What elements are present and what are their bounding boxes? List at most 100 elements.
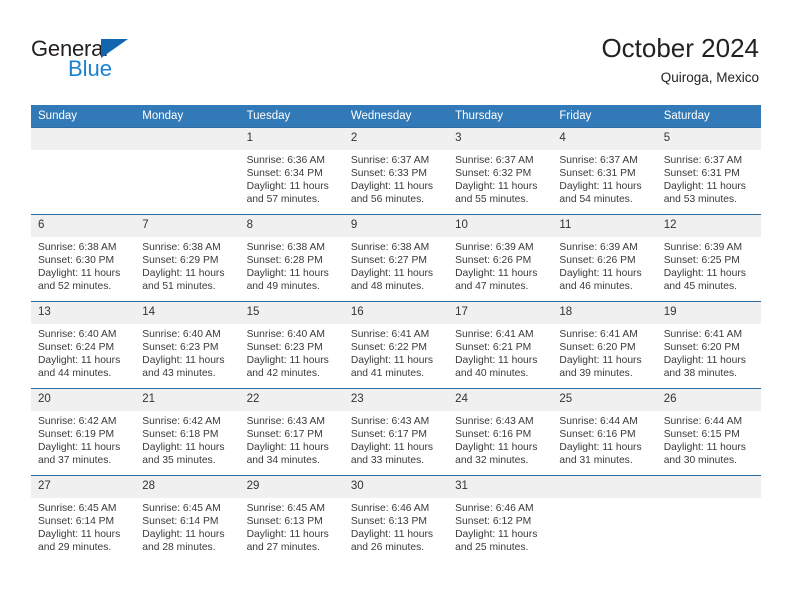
weekday-header-wednesday: Wednesday bbox=[343, 105, 449, 128]
day-number: 29 bbox=[239, 476, 344, 498]
sunrise-text: Sunrise: 6:37 AM bbox=[559, 155, 638, 166]
sunrise-text: Sunrise: 6:36 AM bbox=[246, 155, 325, 166]
daylight-text: Daylight: 11 hours and 57 minutes. bbox=[246, 181, 329, 206]
calendar-week-row: 20 Sunrise: 6:42 AM Sunset: 6:19 PM Dayl… bbox=[31, 388, 761, 476]
day-number: 5 bbox=[656, 128, 761, 150]
sunset-text: Sunset: 6:31 PM bbox=[663, 168, 740, 180]
daylight-text: Daylight: 11 hours and 52 minutes. bbox=[38, 268, 121, 293]
sunset-text: Sunset: 6:13 PM bbox=[246, 516, 323, 528]
weekday-header-tuesday: Tuesday bbox=[239, 105, 344, 128]
day-cell[interactable]: 8 Sunrise: 6:38 AM Sunset: 6:28 PM Dayli… bbox=[239, 214, 344, 302]
daylight-text: Daylight: 11 hours and 56 minutes. bbox=[350, 181, 434, 206]
day-number: 9 bbox=[343, 215, 449, 237]
day-number: 14 bbox=[135, 302, 240, 324]
day-cell[interactable]: 28 Sunrise: 6:45 AM Sunset: 6:14 PM Dayl… bbox=[135, 475, 240, 564]
daylight-text: Daylight: 11 hours and 51 minutes. bbox=[142, 268, 225, 293]
day-number bbox=[656, 476, 761, 498]
day-cell[interactable] bbox=[656, 475, 761, 564]
sunset-text: Sunset: 6:14 PM bbox=[142, 516, 219, 528]
day-info: Sunrise: 6:40 AM Sunset: 6:23 PM Dayligh… bbox=[240, 324, 344, 380]
sunset-text: Sunset: 6:16 PM bbox=[559, 429, 636, 441]
day-cell[interactable]: 23 Sunrise: 6:43 AM Sunset: 6:17 PM Dayl… bbox=[343, 388, 449, 476]
day-cell[interactable]: 13 Sunrise: 6:40 AM Sunset: 6:24 PM Dayl… bbox=[31, 301, 136, 389]
sunset-text: Sunset: 6:31 PM bbox=[559, 168, 636, 180]
day-info: Sunrise: 6:38 AM Sunset: 6:27 PM Dayligh… bbox=[344, 237, 448, 293]
daylight-text: Daylight: 11 hours and 38 minutes. bbox=[663, 355, 746, 380]
day-cell[interactable]: 31 Sunrise: 6:46 AM Sunset: 6:12 PM Dayl… bbox=[448, 475, 553, 564]
sunrise-text: Sunrise: 6:44 AM bbox=[559, 416, 638, 427]
day-cell[interactable] bbox=[552, 475, 657, 564]
sunset-text: Sunset: 6:29 PM bbox=[142, 255, 219, 267]
day-cell[interactable]: 29 Sunrise: 6:45 AM Sunset: 6:13 PM Dayl… bbox=[239, 475, 344, 564]
page-title: October 2024 bbox=[601, 33, 759, 63]
sunset-text: Sunset: 6:25 PM bbox=[663, 255, 740, 267]
day-cell[interactable]: 12 Sunrise: 6:39 AM Sunset: 6:25 PM Dayl… bbox=[656, 214, 761, 302]
day-number: 25 bbox=[552, 389, 657, 411]
day-cell[interactable]: 15 Sunrise: 6:40 AM Sunset: 6:23 PM Dayl… bbox=[239, 301, 344, 389]
day-cell[interactable]: 26 Sunrise: 6:44 AM Sunset: 6:15 PM Dayl… bbox=[656, 388, 761, 476]
day-cell[interactable]: 20 Sunrise: 6:42 AM Sunset: 6:19 PM Dayl… bbox=[31, 388, 136, 476]
calendar-table: Sunday Monday Tuesday Wednesday Thursday… bbox=[31, 105, 761, 564]
sunset-text: Sunset: 6:15 PM bbox=[663, 429, 740, 441]
sunrise-text: Sunrise: 6:45 AM bbox=[142, 503, 221, 514]
general-blue-logo: General Blue bbox=[31, 37, 231, 85]
day-number: 8 bbox=[239, 215, 344, 237]
day-number bbox=[31, 128, 136, 150]
daylight-text: Daylight: 11 hours and 44 minutes. bbox=[38, 355, 121, 380]
day-info: Sunrise: 6:45 AM Sunset: 6:14 PM Dayligh… bbox=[31, 498, 135, 554]
title-block: October 2024 Quiroga, Mexico bbox=[601, 32, 759, 86]
day-info: Sunrise: 6:37 AM Sunset: 6:33 PM Dayligh… bbox=[344, 150, 448, 206]
day-number: 4 bbox=[552, 128, 657, 150]
day-info: Sunrise: 6:46 AM Sunset: 6:12 PM Dayligh… bbox=[448, 498, 552, 554]
day-info: Sunrise: 6:44 AM Sunset: 6:16 PM Dayligh… bbox=[552, 411, 656, 467]
calendar-week-row: 1 Sunrise: 6:36 AM Sunset: 6:34 PM Dayli… bbox=[31, 127, 761, 215]
sunrise-text: Sunrise: 6:38 AM bbox=[38, 242, 117, 253]
day-info: Sunrise: 6:39 AM Sunset: 6:26 PM Dayligh… bbox=[448, 237, 552, 293]
day-cell[interactable]: 17 Sunrise: 6:41 AM Sunset: 6:21 PM Dayl… bbox=[448, 301, 553, 389]
day-cell[interactable]: 24 Sunrise: 6:43 AM Sunset: 6:16 PM Dayl… bbox=[448, 388, 553, 476]
sunset-text: Sunset: 6:14 PM bbox=[38, 516, 115, 528]
day-cell[interactable]: 3 Sunrise: 6:37 AM Sunset: 6:32 PM Dayli… bbox=[448, 127, 553, 215]
daylight-text: Daylight: 11 hours and 32 minutes. bbox=[455, 442, 538, 467]
day-info: Sunrise: 6:38 AM Sunset: 6:28 PM Dayligh… bbox=[240, 237, 344, 293]
day-cell[interactable]: 25 Sunrise: 6:44 AM Sunset: 6:16 PM Dayl… bbox=[552, 388, 657, 476]
day-info: Sunrise: 6:37 AM Sunset: 6:32 PM Dayligh… bbox=[448, 150, 552, 206]
day-info: Sunrise: 6:44 AM Sunset: 6:15 PM Dayligh… bbox=[657, 411, 761, 467]
day-cell[interactable]: 22 Sunrise: 6:43 AM Sunset: 6:17 PM Dayl… bbox=[239, 388, 344, 476]
day-cell[interactable]: 4 Sunrise: 6:37 AM Sunset: 6:31 PM Dayli… bbox=[552, 127, 657, 215]
day-cell[interactable]: 19 Sunrise: 6:41 AM Sunset: 6:20 PM Dayl… bbox=[656, 301, 761, 389]
day-cell[interactable]: 21 Sunrise: 6:42 AM Sunset: 6:18 PM Dayl… bbox=[135, 388, 240, 476]
day-cell[interactable]: 6 Sunrise: 6:38 AM Sunset: 6:30 PM Dayli… bbox=[31, 214, 136, 302]
sunset-text: Sunset: 6:17 PM bbox=[246, 429, 323, 441]
day-cell[interactable] bbox=[135, 127, 240, 215]
calendar-week-row: 6 Sunrise: 6:38 AM Sunset: 6:30 PM Dayli… bbox=[31, 214, 761, 302]
sunrise-text: Sunrise: 6:45 AM bbox=[246, 503, 325, 514]
day-info: Sunrise: 6:41 AM Sunset: 6:21 PM Dayligh… bbox=[448, 324, 552, 380]
day-cell[interactable]: 11 Sunrise: 6:39 AM Sunset: 6:26 PM Dayl… bbox=[552, 214, 657, 302]
day-cell[interactable]: 5 Sunrise: 6:37 AM Sunset: 6:31 PM Dayli… bbox=[656, 127, 761, 215]
day-info: Sunrise: 6:42 AM Sunset: 6:19 PM Dayligh… bbox=[31, 411, 135, 467]
day-cell[interactable]: 30 Sunrise: 6:46 AM Sunset: 6:13 PM Dayl… bbox=[343, 475, 449, 564]
day-info: Sunrise: 6:39 AM Sunset: 6:25 PM Dayligh… bbox=[657, 237, 761, 293]
sunrise-text: Sunrise: 6:40 AM bbox=[38, 329, 117, 340]
day-cell[interactable]: 27 Sunrise: 6:45 AM Sunset: 6:14 PM Dayl… bbox=[31, 475, 136, 564]
day-info bbox=[31, 150, 135, 154]
day-cell[interactable] bbox=[31, 127, 136, 215]
sunrise-text: Sunrise: 6:37 AM bbox=[350, 155, 430, 166]
day-cell[interactable]: 7 Sunrise: 6:38 AM Sunset: 6:29 PM Dayli… bbox=[135, 214, 240, 302]
day-number: 2 bbox=[343, 128, 449, 150]
day-number: 22 bbox=[239, 389, 344, 411]
day-cell[interactable]: 10 Sunrise: 6:39 AM Sunset: 6:26 PM Dayl… bbox=[448, 214, 553, 302]
day-cell[interactable]: 16 Sunrise: 6:41 AM Sunset: 6:22 PM Dayl… bbox=[343, 301, 449, 389]
day-info: Sunrise: 6:42 AM Sunset: 6:18 PM Dayligh… bbox=[135, 411, 239, 467]
sunset-text: Sunset: 6:19 PM bbox=[38, 429, 115, 441]
sunset-text: Sunset: 6:21 PM bbox=[455, 342, 532, 354]
day-cell[interactable]: 9 Sunrise: 6:38 AM Sunset: 6:27 PM Dayli… bbox=[343, 214, 449, 302]
day-cell[interactable]: 14 Sunrise: 6:40 AM Sunset: 6:23 PM Dayl… bbox=[135, 301, 240, 389]
day-cell[interactable]: 1 Sunrise: 6:36 AM Sunset: 6:34 PM Dayli… bbox=[239, 127, 344, 215]
daylight-text: Daylight: 11 hours and 40 minutes. bbox=[455, 355, 538, 380]
day-number: 20 bbox=[31, 389, 136, 411]
day-cell[interactable]: 2 Sunrise: 6:37 AM Sunset: 6:33 PM Dayli… bbox=[343, 127, 449, 215]
day-number: 3 bbox=[448, 128, 553, 150]
day-cell[interactable]: 18 Sunrise: 6:41 AM Sunset: 6:20 PM Dayl… bbox=[552, 301, 657, 389]
